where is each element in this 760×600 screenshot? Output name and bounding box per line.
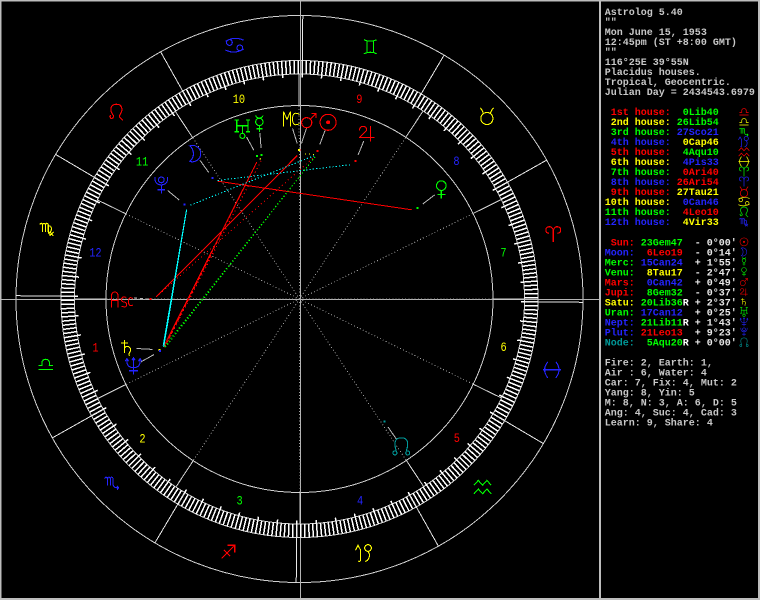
svg-text:Node:: Node:: [605, 338, 635, 350]
svg-text:4Vir33: 4Vir33: [677, 217, 719, 229]
svg-text:Julian Day = 2434543.6979: Julian Day = 2434543.6979: [605, 87, 755, 99]
svg-text:5Aqu20: 5Aqu20: [641, 339, 683, 350]
svg-text:8: 8: [453, 154, 459, 169]
svg-text:7: 7: [500, 245, 506, 260]
svg-text:5: 5: [454, 431, 460, 446]
svg-text:12th house:: 12th house:: [605, 217, 671, 229]
svg-text:1: 1: [92, 340, 98, 355]
svg-text:9: 9: [356, 92, 362, 107]
svg-text:12:45pm (ST +8:00 GMT): 12:45pm (ST +8:00 GMT): [605, 37, 737, 49]
svg-text:R: R: [683, 298, 689, 309]
svg-text:12: 12: [89, 246, 101, 261]
svg-text:R: R: [683, 339, 689, 350]
svg-text:10: 10: [233, 92, 245, 107]
svg-text:+ 0°00': + 0°00': [695, 338, 737, 350]
svg-text:Learn: 9, Share: 4: Learn: 9, Share: 4: [605, 418, 713, 430]
svg-text:4: 4: [357, 493, 363, 508]
svg-text:R: R: [683, 318, 689, 329]
svg-text:3: 3: [237, 494, 243, 509]
svg-text:11: 11: [136, 155, 149, 170]
svg-text:2: 2: [139, 432, 145, 447]
svg-text:6: 6: [501, 340, 507, 355]
